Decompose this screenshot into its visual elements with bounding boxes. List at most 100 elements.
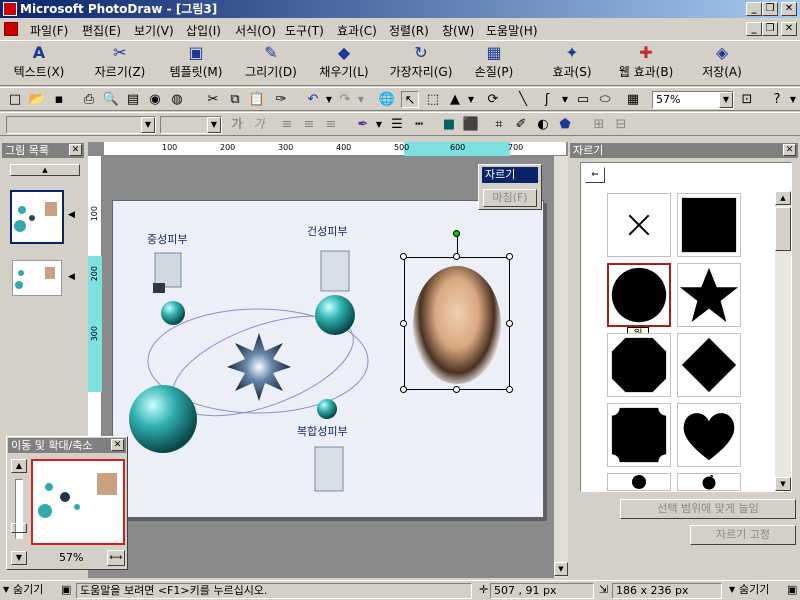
gallery-scroll-thumb[interactable]	[775, 207, 791, 251]
zoom-out-button[interactable]: ▼	[11, 551, 27, 565]
handle-middle-left[interactable]	[400, 320, 407, 327]
italic-button[interactable]: 가	[250, 116, 268, 133]
handle-top-left[interactable]	[400, 253, 407, 260]
maximize-button[interactable]: ❐	[762, 2, 778, 16]
menu-arrange[interactable]: 정렬(R)	[389, 22, 429, 39]
open-icon[interactable]: 📂	[28, 91, 46, 108]
scan-icon[interactable]: ▤	[124, 91, 142, 108]
menu-help[interactable]: 도움말(H)	[486, 22, 538, 39]
shape-circle[interactable]	[607, 263, 671, 327]
redo-dropdown-icon[interactable]: ▼	[352, 91, 370, 108]
shape-none[interactable]	[607, 193, 671, 257]
copy-icon[interactable]: ⧉	[226, 91, 244, 108]
handle-top-center[interactable]	[453, 253, 460, 260]
save-toolbar-button[interactable]: ◈ 저장(A)	[692, 43, 752, 85]
hide-right-dropdown-icon[interactable]: ▼	[726, 583, 735, 599]
handle-middle-right[interactable]	[506, 320, 513, 327]
align-center-icon[interactable]: ≡	[300, 116, 318, 133]
handle-bottom-left[interactable]	[400, 386, 407, 393]
zoom-dropdown-arrow[interactable]: ▼	[719, 92, 733, 108]
touchup-button[interactable]: ▦ 손질(P)	[462, 43, 526, 85]
draw-button[interactable]: ✎ 그리기(D)	[238, 43, 304, 85]
zoom-in-button[interactable]: ▲	[11, 459, 27, 473]
handle-bottom-center[interactable]	[453, 386, 460, 393]
curve-icon[interactable]: ʃ	[538, 91, 556, 108]
zoom-slider-thumb[interactable]	[11, 523, 27, 533]
shape-octagon[interactable]	[607, 333, 671, 397]
handle-top-right[interactable]	[506, 253, 513, 260]
print-preview-icon[interactable]: 🔍	[102, 91, 120, 108]
camera-icon[interactable]: ◉	[146, 91, 164, 108]
lock-crop-button[interactable]: 자르기 고정	[690, 525, 796, 545]
crop-menu-item[interactable]: 자르기	[482, 167, 538, 183]
menu-view[interactable]: 보기(V)	[134, 22, 174, 39]
line-icon[interactable]: ╲	[514, 91, 532, 108]
font-name-dropdown[interactable]: ▼	[6, 116, 156, 134]
color-balance-icon[interactable]: ⬟	[556, 116, 574, 133]
picture-thumb-2[interactable]	[12, 260, 62, 296]
brightness-icon[interactable]: ◐	[534, 116, 552, 133]
edge-button[interactable]: ↻ 가장자리(G)	[384, 43, 458, 85]
ungroup-icon[interactable]: ⊟	[612, 116, 630, 133]
zoom-fit-icon[interactable]: ⊡	[738, 91, 756, 108]
rotate-icon[interactable]: ⟳	[484, 91, 502, 108]
minimize-button[interactable]: _	[746, 2, 762, 16]
menu-insert[interactable]: 삽입(I)	[186, 22, 221, 39]
menu-tools[interactable]: 도구(T)	[285, 22, 324, 39]
gallery-scroll-up[interactable]: ▲	[775, 191, 791, 205]
shadow-icon[interactable]: ■	[440, 116, 458, 133]
selected-photo-frame[interactable]	[404, 257, 510, 390]
canvas-vertical-scrollbar[interactable]: ▼	[554, 156, 568, 578]
font-name-arrow[interactable]: ▼	[141, 117, 155, 133]
picture-list-close-button[interactable]: ✕	[69, 144, 82, 156]
save-file-icon[interactable]: ▪	[50, 91, 68, 108]
picture-thumb-1[interactable]	[10, 190, 64, 244]
pan-zoom-close-button[interactable]: ✕	[111, 439, 124, 451]
rotate-handle[interactable]	[453, 230, 460, 237]
font-size-arrow[interactable]: ▼	[207, 117, 221, 133]
print-icon[interactable]: ⎙	[80, 91, 98, 108]
hide-left-dropdown-icon[interactable]: ▼	[0, 583, 9, 599]
dash-style-icon[interactable]: ┅	[410, 116, 428, 133]
fit-view-button[interactable]: ⟷	[107, 550, 125, 566]
3d-icon[interactable]: ⬛	[462, 116, 480, 133]
gallery-scroll-down[interactable]: ▼	[775, 477, 791, 491]
ellipse-icon[interactable]: ⬭	[596, 91, 614, 108]
shape-partial-2[interactable]	[677, 473, 741, 491]
menu-file[interactable]: 파일(F)	[30, 22, 68, 39]
pan-preview[interactable]	[31, 459, 125, 545]
properties-icon[interactable]: ▦	[624, 91, 642, 108]
menu-edit[interactable]: 편집(E)	[82, 22, 121, 39]
fill-dropdown-icon[interactable]: ▼	[462, 91, 480, 108]
menu-window[interactable]: 창(W)	[442, 22, 474, 39]
menu-format[interactable]: 서식(O)	[235, 22, 276, 39]
close-button[interactable]: ✕	[781, 2, 797, 16]
template-button[interactable]: ▣ 템플릿(M)	[160, 43, 232, 85]
hide-left-label[interactable]: 숨기기	[10, 583, 43, 599]
shape-star[interactable]	[677, 263, 741, 327]
help-dropdown-icon[interactable]: ▼	[784, 91, 800, 108]
select-icon[interactable]: ⬚	[424, 91, 442, 108]
web-effects-button[interactable]: ✚ 웹 효과(B)	[610, 43, 682, 85]
group-icon[interactable]: ⊞	[590, 116, 608, 133]
picture-list-scroll-up[interactable]: ▲	[10, 164, 80, 176]
text-button[interactable]: A 텍스트(X)	[6, 43, 72, 85]
font-size-dropdown[interactable]: ▼	[160, 116, 222, 134]
format-painter-icon[interactable]: ✑	[272, 91, 290, 108]
shape-partial-1[interactable]	[607, 473, 671, 491]
menu-effects[interactable]: 효과(C)	[337, 22, 377, 39]
align-left-icon[interactable]: ≡	[278, 116, 296, 133]
doc-minimize-button[interactable]: _	[746, 22, 762, 36]
fit-to-selection-button[interactable]: 선택 범위에 맞게 늘임	[620, 499, 796, 519]
handle-bottom-right[interactable]	[506, 386, 513, 393]
bold-button[interactable]: 가	[228, 116, 246, 133]
gallery-back-button[interactable]: ⇐	[585, 167, 605, 183]
shape-notched-square[interactable]	[607, 403, 671, 467]
fill-button[interactable]: ◆ 채우기(L)	[312, 43, 376, 85]
cut-icon[interactable]: ✂	[204, 91, 222, 108]
zoom-dropdown[interactable]: 57% ▼	[652, 91, 734, 109]
paste-icon[interactable]: 📋	[248, 91, 266, 108]
shape-diamond[interactable]	[677, 333, 741, 397]
panel-toggle-icon[interactable]: ▣	[58, 583, 71, 599]
hide-right-label[interactable]: 숨기기	[736, 583, 769, 599]
